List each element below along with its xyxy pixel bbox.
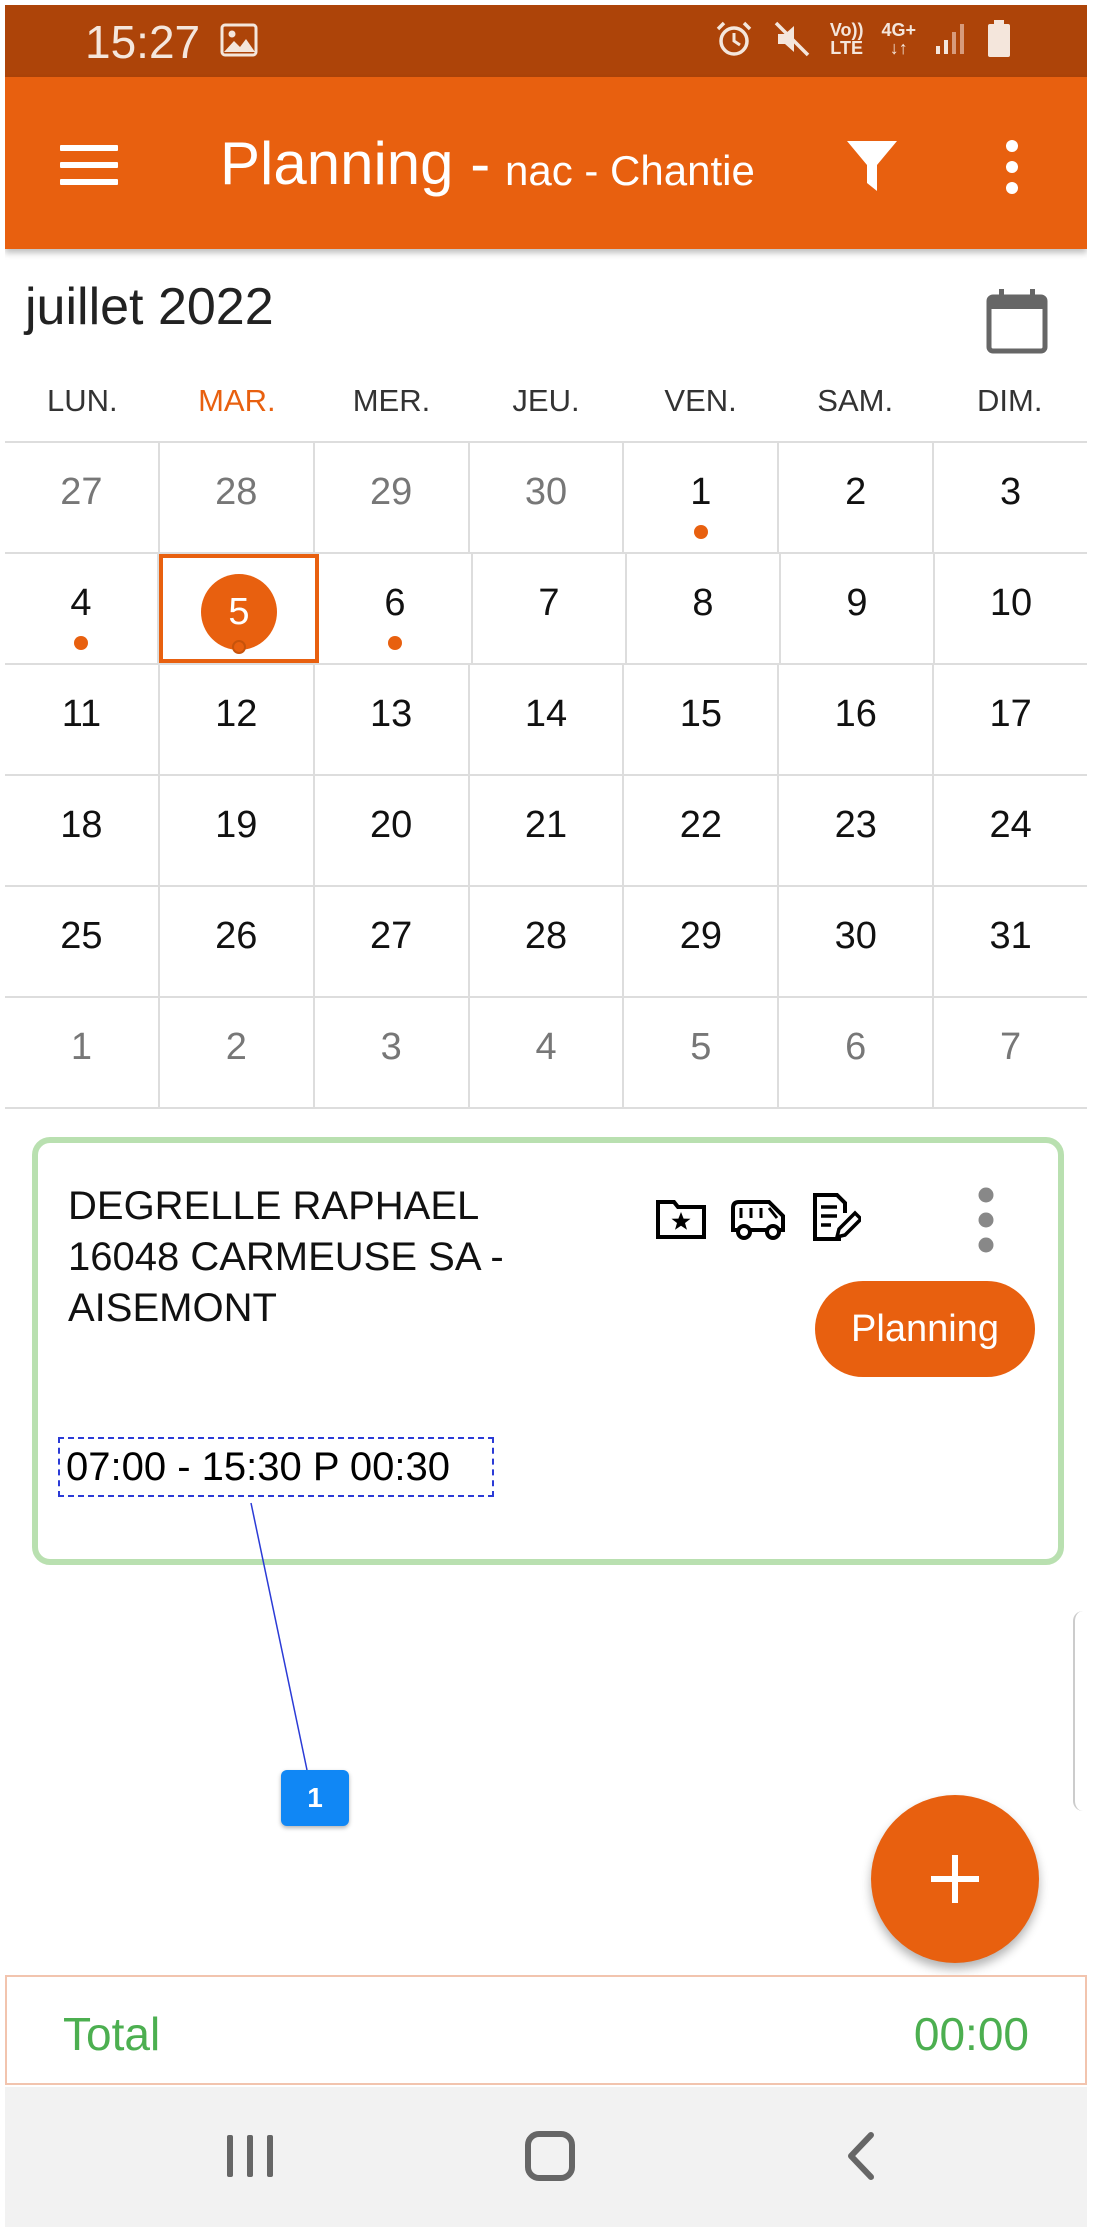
annotation-marker: 1 [281, 1770, 349, 1826]
system-nav-bar [5, 2087, 1087, 2227]
app-frame: 15:27 Vo)) LTE 4G+ ↓↑ Planning - nac - C… [5, 5, 1087, 2227]
event-dot [232, 640, 246, 654]
total-bar: Total 00:00 [5, 1975, 1087, 2085]
total-label: Total [63, 2008, 161, 2060]
back-icon[interactable] [841, 2131, 881, 2181]
scrollbar[interactable] [1073, 1611, 1087, 1811]
home-icon[interactable] [525, 2131, 575, 2181]
total-value: 00:00 [913, 2008, 1029, 2060]
recent-apps-icon[interactable] [227, 2135, 273, 2177]
add-button[interactable] [871, 1795, 1039, 1963]
